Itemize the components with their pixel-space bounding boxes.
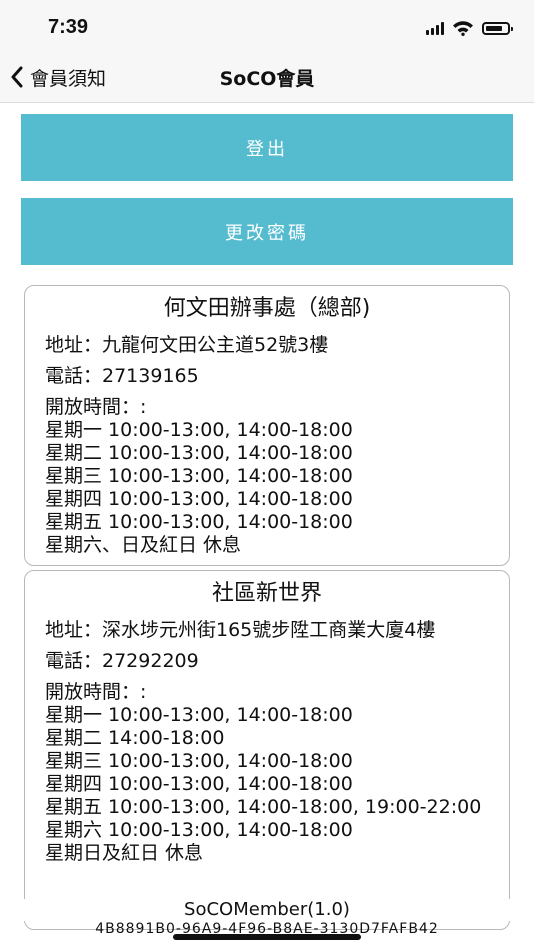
cellular-signal-icon	[426, 21, 444, 35]
status-bar: 7:39	[0, 0, 534, 54]
change-password-button[interactable]: 更改密碼	[21, 198, 513, 265]
office-name: 社區新世界	[211, 581, 322, 606]
office-phone: 電話：27292209	[45, 650, 199, 672]
navigation-bar: 會員須知 SoCO會員	[0, 54, 534, 103]
hours-row: 星期二 10:00-13:00, 14:00-18:00	[45, 442, 353, 464]
home-indicator[interactable]	[173, 934, 361, 940]
office-card-sham-shui-po: 社區新世界 地址：深水埗元州街165號步陞工商業大廈4樓 電話：27292209…	[24, 570, 510, 930]
status-time: 7:39	[48, 16, 89, 38]
hours-row: 星期日及紅日 休息	[45, 842, 204, 864]
battery-level	[486, 25, 502, 31]
hours-row: 星期六、日及紅日 休息	[45, 534, 242, 556]
hours-row: 星期四 10:00-13:00, 14:00-18:00	[45, 488, 353, 510]
battery-icon	[482, 21, 513, 35]
hours-row: 星期五 10:00-13:00, 14:00-18:00	[45, 511, 353, 533]
office-address: 地址：九龍何文田公主道52號3樓	[45, 334, 329, 356]
status-icons	[426, 18, 513, 38]
hours-row: 星期三 10:00-13:00, 14:00-18:00	[45, 750, 353, 772]
hours-row: 星期四 10:00-13:00, 14:00-18:00	[45, 773, 353, 795]
hours-row: 星期三 10:00-13:00, 14:00-18:00	[45, 465, 353, 487]
wifi-icon	[453, 21, 473, 36]
page-title: SoCO會員	[219, 68, 315, 90]
office-card-hoh-man-tin: 何文田辦事處（總部) 地址：九龍何文田公主道52號3樓 電話：27139165 …	[24, 285, 510, 566]
office-name: 何文田辦事處（總部)	[163, 296, 371, 321]
office-address: 地址：深水埗元州街165號步陞工商業大廈4樓	[45, 619, 436, 641]
hours-row: 星期一 10:00-13:00, 14:00-18:00	[45, 704, 353, 726]
hours-row: 星期一 10:00-13:00, 14:00-18:00	[45, 419, 353, 441]
hours-row: 星期二 14:00-18:00	[45, 727, 225, 749]
hours-label: 開放時間：:	[45, 681, 147, 703]
office-phone: 電話：27139165	[45, 365, 199, 387]
app-version: SoCOMember(1.0)	[0, 899, 534, 921]
hours-label: 開放時間：:	[45, 396, 147, 418]
hours-row: 星期六 10:00-13:00, 14:00-18:00	[45, 819, 353, 841]
logout-button[interactable]: 登出	[21, 114, 513, 181]
hours-row: 星期五 10:00-13:00, 14:00-18:00, 19:00-22:0…	[45, 796, 482, 818]
